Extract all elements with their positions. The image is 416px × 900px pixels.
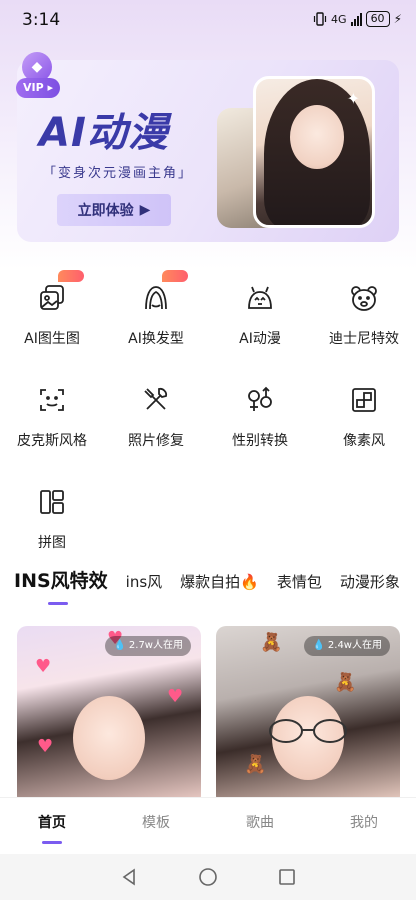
status-bar: 3:14 4G 60 ⚡: [0, 0, 416, 40]
feature-photo-restore[interactable]: 照片修复: [104, 370, 208, 450]
banner-subtitle: 「变身次元漫画主角」: [43, 166, 194, 181]
status-time: 3:14: [22, 10, 61, 30]
bear-sticker-icon: 🧸: [260, 632, 283, 653]
signal-icon: [350, 12, 362, 26]
tab-anime-avatar[interactable]: 动漫形象: [340, 571, 400, 592]
try-now-button[interactable]: 立即体验 ▶: [57, 194, 171, 226]
feature-disney-effect[interactable]: 迪士尼特效: [312, 268, 416, 348]
glasses-icon: [269, 719, 347, 743]
feature-pixel-style[interactable]: 像素风: [312, 370, 416, 450]
fire-icon: 💧: [312, 640, 325, 651]
tab-ins-effects[interactable]: INS风特效: [14, 566, 108, 605]
vibrate-icon: [313, 12, 327, 26]
sparkle-icon: ✦: [346, 89, 360, 108]
heart-icon: ♥: [37, 736, 54, 757]
status-icons: 4G 60 ⚡: [313, 11, 402, 27]
network-type: 4G: [331, 12, 347, 26]
banner-title: AI动漫: [39, 110, 169, 156]
hot-tag: [58, 270, 84, 282]
bear-face-icon: [340, 276, 388, 320]
tab-stickers[interactable]: 表情包: [277, 571, 322, 592]
bear-sticker-icon: 🧸: [244, 754, 267, 775]
face-scan-icon: [28, 378, 76, 422]
feature-gender-swap[interactable]: 性别转换: [208, 370, 312, 450]
nav-home[interactable]: 首页: [0, 798, 104, 854]
effect-card[interactable]: 🧸 🧸 🧸 💧 2.4w人在用: [216, 626, 400, 806]
wrench-icon: [132, 378, 180, 422]
collage-icon: [28, 480, 76, 524]
nav-profile[interactable]: 我的: [312, 798, 416, 854]
bear-sticker-icon: 🧸: [334, 672, 357, 693]
vip-label: VIP ▸: [16, 78, 60, 98]
feature-pixar-style[interactable]: 皮克斯风格: [0, 370, 104, 450]
charging-icon: ⚡: [393, 12, 402, 26]
vip-badge[interactable]: ◆ VIP ▸: [16, 52, 60, 102]
nav-songs[interactable]: 歌曲: [208, 798, 312, 854]
pixel-icon: [340, 378, 388, 422]
battery-indicator: 60: [365, 11, 390, 27]
gender-icon: [236, 378, 284, 422]
promo-banner[interactable]: AI动漫 「变身次元漫画主角」 立即体验 ▶ ✦: [17, 60, 399, 242]
recents-icon[interactable]: [278, 868, 296, 886]
effect-tabs: INS风特效 ins风 爆款自拍🔥 表情包 动漫形象 晒: [14, 566, 416, 606]
tab-hot-selfie[interactable]: 爆款自拍🔥: [180, 571, 259, 592]
play-arrow-icon: ▶: [139, 202, 151, 218]
feature-ai-image-to-image[interactable]: AI图生图: [0, 268, 104, 348]
back-icon[interactable]: [120, 868, 138, 886]
effect-card[interactable]: ♥ ♥ ♥ ♥ 💧 2.7w人在用: [17, 626, 201, 806]
usage-badge: 💧 2.7w人在用: [105, 636, 191, 656]
feature-ai-hairstyle[interactable]: AI换发型: [104, 268, 208, 348]
nav-templates[interactable]: 模板: [104, 798, 208, 854]
image-to-image-icon: [28, 276, 76, 320]
feature-ai-anime[interactable]: AI动漫: [208, 268, 312, 348]
anime-face-icon: [236, 276, 284, 320]
hot-tag: [162, 270, 188, 282]
bottom-nav: 首页 模板 歌曲 我的: [0, 798, 416, 854]
feature-grid: AI图生图 AI换发型 AI动漫 迪士尼特效 皮克斯风格 照片修复 性别转换 像…: [0, 268, 416, 552]
system-nav-bar: [0, 854, 416, 900]
banner-image-portrait: ✦: [253, 76, 375, 228]
tab-ins-style[interactable]: ins风: [126, 571, 163, 592]
card-photo: [73, 696, 145, 780]
usage-badge: 💧 2.4w人在用: [304, 636, 390, 656]
fire-icon: 💧: [113, 640, 126, 651]
hairstyle-icon: [132, 276, 180, 320]
home-icon[interactable]: [198, 867, 218, 887]
feature-collage[interactable]: 拼图: [0, 472, 104, 552]
heart-icon: ♥: [167, 686, 184, 707]
heart-icon: ♥: [35, 656, 52, 677]
